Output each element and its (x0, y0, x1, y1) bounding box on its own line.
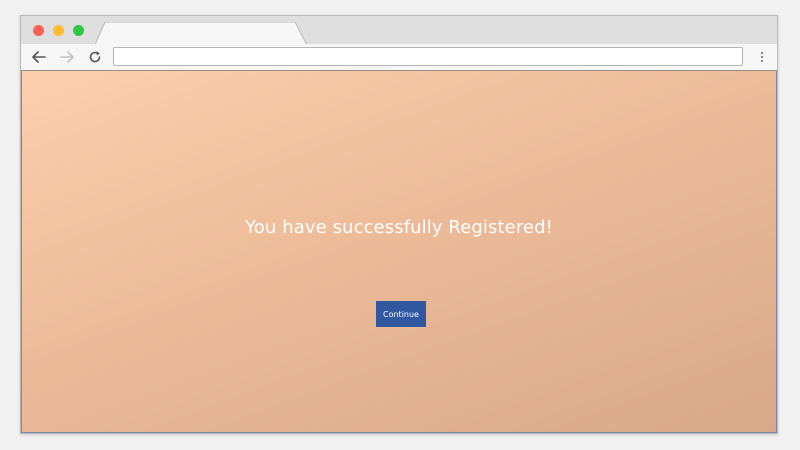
minimize-window-button[interactable] (53, 25, 64, 36)
kebab-menu-icon[interactable] (757, 49, 767, 65)
success-message: You have successfully Registered! (245, 217, 553, 238)
arrow-left-icon (32, 51, 46, 63)
arrow-right-icon (60, 51, 74, 63)
browser-toolbar (21, 44, 777, 71)
back-button[interactable] (30, 48, 48, 66)
maximize-window-button[interactable] (73, 25, 84, 36)
close-window-button[interactable] (33, 25, 44, 36)
browser-titlebar (21, 16, 777, 45)
continue-button[interactable]: Continue (376, 301, 426, 327)
browser-tab[interactable] (95, 22, 307, 45)
forward-button[interactable] (58, 48, 76, 66)
reload-button[interactable] (86, 48, 104, 66)
reload-icon (89, 51, 101, 63)
page-content: You have successfully Registered! Contin… (21, 71, 777, 433)
address-bar[interactable] (113, 47, 743, 66)
browser-window: You have successfully Registered! Contin… (20, 15, 778, 434)
